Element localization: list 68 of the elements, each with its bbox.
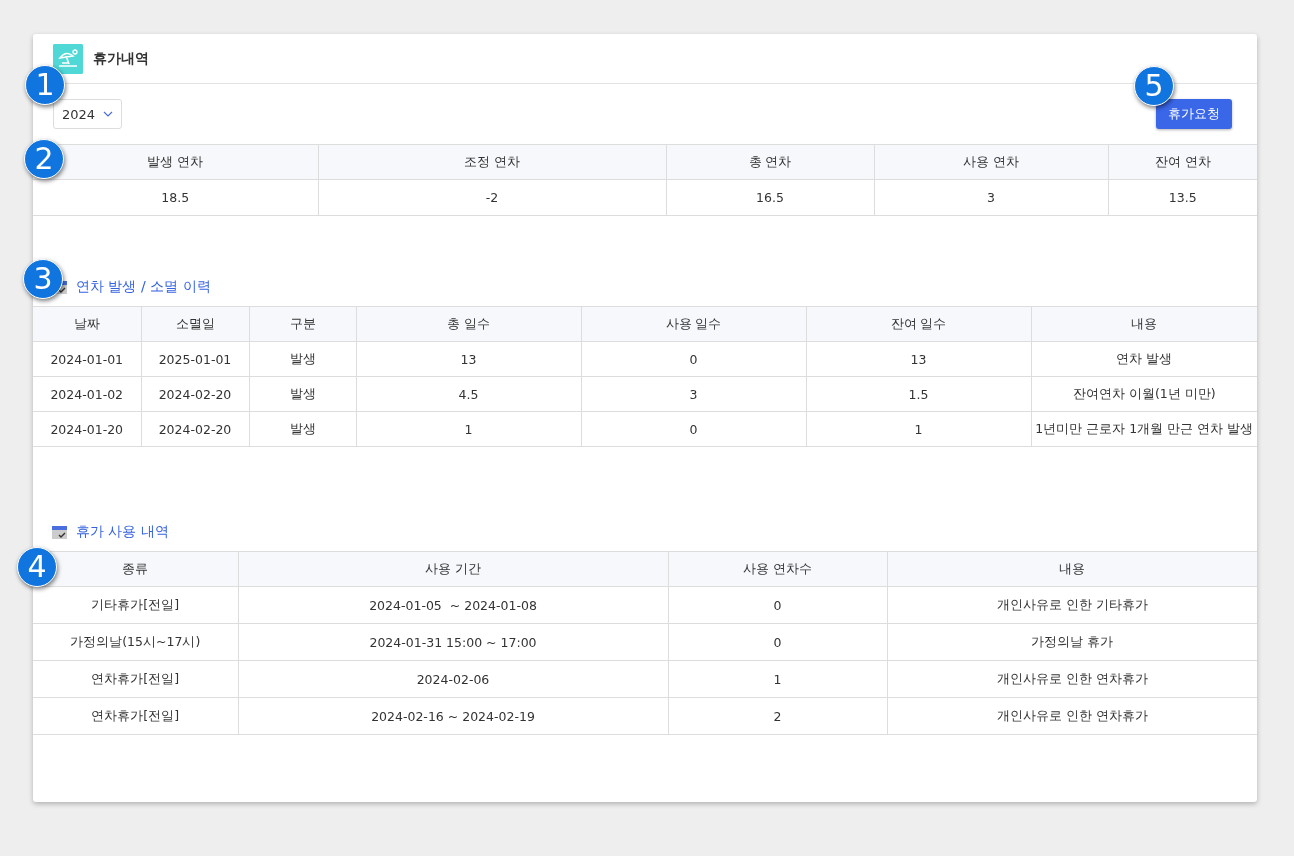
table-cell: 2024-01-20 (33, 411, 141, 447)
table-cell: 0 (668, 623, 887, 661)
table-cell: 0 (581, 411, 806, 447)
table-cell: 2024-01-31 15:00 ~ 17:00 (238, 623, 668, 661)
table-cell: 2 (668, 697, 887, 735)
number-badge: 2 (24, 139, 64, 179)
column-header: 총 일수 (356, 306, 581, 342)
table-cell: 개인사유로 인한 연차휴가 (887, 697, 1257, 735)
chevron-down-icon (103, 111, 113, 117)
column-header: 잔여 일수 (806, 306, 1031, 342)
number-badge: 3 (23, 259, 63, 299)
section-title: 휴가 사용 내역 (76, 523, 169, 541)
table-cell: 3 (874, 179, 1108, 216)
column-header: 구분 (249, 306, 356, 342)
table-cell: 발생 (249, 411, 356, 447)
table-cell: -2 (318, 179, 666, 216)
table-cell: 잔여연차 이월(1년 미만) (1031, 376, 1257, 412)
table-cell: 18.5 (33, 179, 318, 216)
column-header: 날짜 (33, 306, 141, 342)
table-cell: 2024-02-20 (141, 411, 249, 447)
table-cell: 1.5 (806, 376, 1031, 412)
table-cell: 가정의날(15시~17시) (33, 623, 238, 661)
table-cell: 13.5 (1108, 179, 1257, 216)
column-header: 잔여 연차 (1108, 144, 1257, 180)
request-button[interactable]: 휴가요청 (1156, 99, 1232, 129)
column-header: 조정 연차 (318, 144, 666, 180)
table-cell: 2024-02-20 (141, 376, 249, 412)
table-cell: 2024-01-05 ~ 2024-01-08 (238, 586, 668, 624)
table-cell: 연차휴가[전일] (33, 660, 238, 698)
table-cell: 발생 (249, 341, 356, 377)
table-cell: 2024-01-02 (33, 376, 141, 412)
table-cell: 발생 (249, 376, 356, 412)
beach-umbrella-icon (53, 43, 83, 74)
table-cell: 연차휴가[전일] (33, 697, 238, 735)
column-header: 사용 연차 (874, 144, 1108, 180)
column-header: 총 연차 (666, 144, 874, 180)
table-cell: 1 (356, 411, 581, 447)
column-header: 소멸일 (141, 306, 249, 342)
table-cell: 개인사유로 인한 연차휴가 (887, 660, 1257, 698)
table-cell: 16.5 (666, 179, 874, 216)
table-cell: 3 (581, 376, 806, 412)
year-dropdown[interactable]: 2024 (53, 99, 122, 129)
table-cell: 0 (668, 586, 887, 624)
column-header: 사용 연차수 (668, 551, 887, 587)
table-cell: 2025-01-01 (141, 341, 249, 377)
column-header: 내용 (1031, 306, 1257, 342)
table-cell: 1년미만 근로자 1개월 만근 연차 발생 (1031, 411, 1257, 447)
column-header: 내용 (887, 551, 1257, 587)
table-cell: 2024-02-16 ~ 2024-02-19 (238, 697, 668, 735)
table-cell: 개인사유로 인한 기타휴가 (887, 586, 1257, 624)
table-cell: 1 (806, 411, 1031, 447)
table-cell: 가정의날 휴가 (887, 623, 1257, 661)
table-cell: 2024-01-01 (33, 341, 141, 377)
table-cell: 0 (581, 341, 806, 377)
calendar-check-icon (51, 524, 68, 540)
table-cell: 기타휴가[전일] (33, 586, 238, 624)
table-cell: 1 (668, 660, 887, 698)
table-cell: 연차 발생 (1031, 341, 1257, 377)
table-cell: 4.5 (356, 376, 581, 412)
page-title: 휴가내역 (93, 49, 149, 68)
number-badge: 4 (17, 547, 57, 587)
section-title: 연차 발생 / 소멸 이력 (76, 278, 211, 296)
table-cell: 13 (806, 341, 1031, 377)
column-header: 사용 일수 (581, 306, 806, 342)
column-header: 사용 기간 (238, 551, 668, 587)
table-cell: 13 (356, 341, 581, 377)
table-cell: 2024-02-06 (238, 660, 668, 698)
number-badge: 1 (25, 65, 65, 105)
